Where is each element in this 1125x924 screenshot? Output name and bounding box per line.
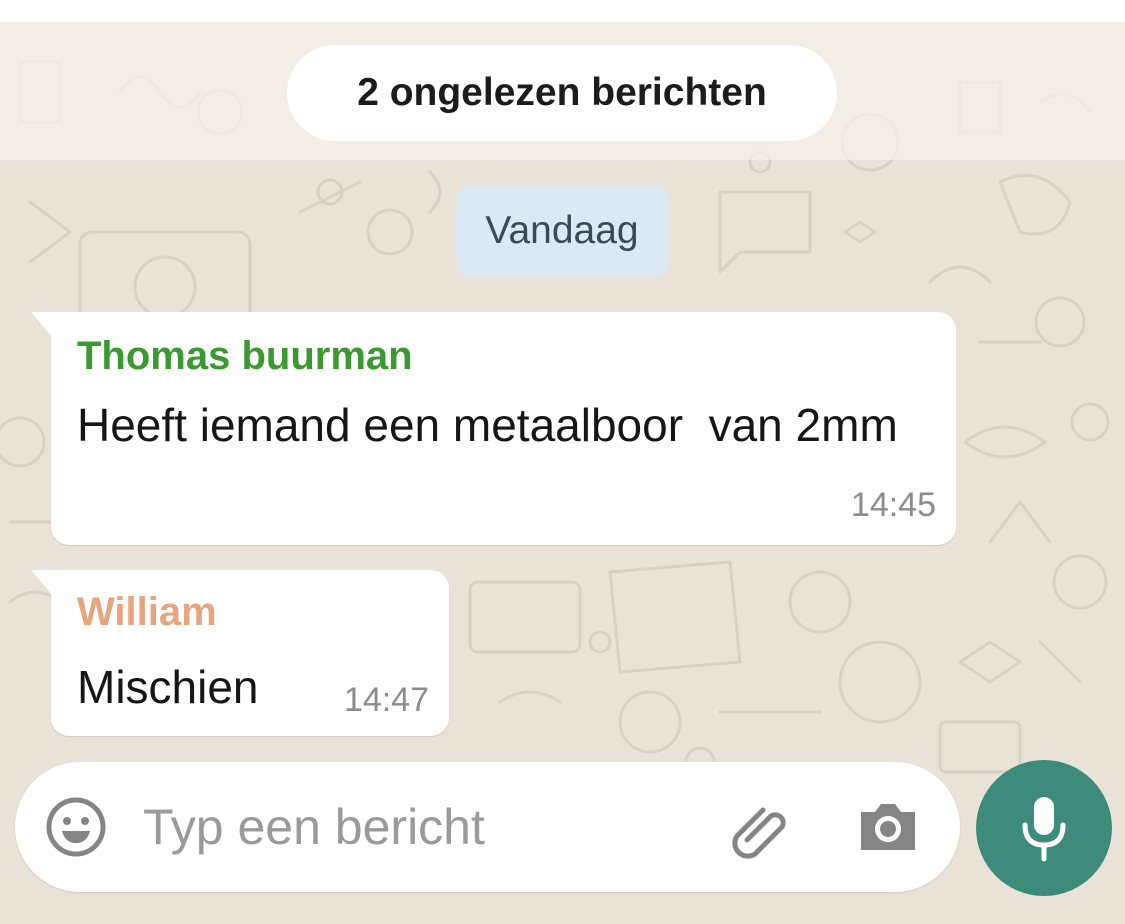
message-text: Heeft iemand een metaalboor van 2mm <box>77 399 898 451</box>
unread-messages-banner: 2 ongelezen berichten <box>287 45 837 141</box>
message-bubble[interactable]: William Mischien 14:47 <box>31 570 449 736</box>
date-divider-text: Vandaag <box>485 209 639 252</box>
message-composer <box>15 762 960 892</box>
message-input[interactable] <box>143 794 683 860</box>
message-sender[interactable]: William <box>77 590 217 635</box>
message-time: 14:47 <box>343 681 429 719</box>
bubble-tail <box>31 312 53 338</box>
date-divider: Vandaag <box>456 186 668 276</box>
microphone-icon <box>1022 797 1066 862</box>
paperclip-icon[interactable] <box>727 798 793 860</box>
smiley-icon[interactable] <box>45 796 107 858</box>
camera-icon[interactable] <box>857 798 919 854</box>
bubble-tail <box>31 570 53 596</box>
message-bubble[interactable]: Thomas buurman Heeft iemand een metaalbo… <box>31 312 956 545</box>
message-text: Mischien <box>77 661 259 713</box>
message-sender[interactable]: Thomas buurman <box>77 334 413 379</box>
unread-messages-text: 2 ongelezen berichten <box>357 71 767 114</box>
voice-record-button[interactable] <box>976 760 1112 896</box>
message-time: 14:45 <box>850 486 936 524</box>
